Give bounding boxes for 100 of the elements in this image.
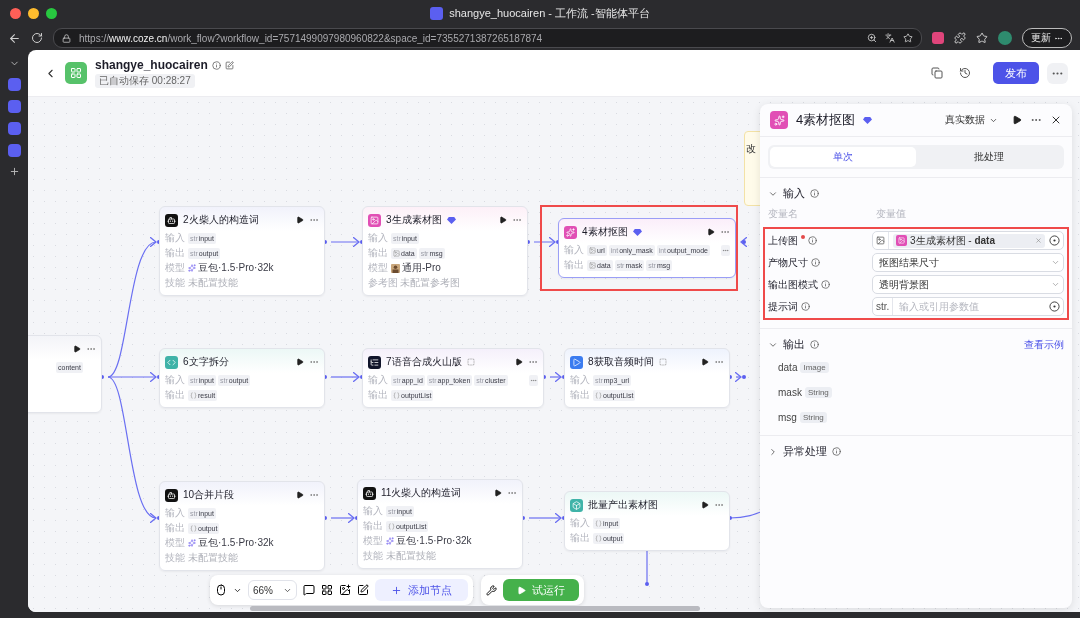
variable-picker-icon[interactable] [1049,301,1060,312]
tab-icon[interactable] [7,144,21,157]
data-source-select[interactable]: 真实数据 [939,112,1004,128]
row-label: 输入 [165,231,186,245]
type-tag: Image [800,362,829,373]
run-icon[interactable] [707,228,715,236]
example-link[interactable]: 查看示例 [1024,337,1064,352]
favorites-icon[interactable] [976,32,988,44]
run-icon[interactable] [296,358,304,366]
image-icon [589,261,596,269]
tab-icon[interactable] [7,122,21,135]
connector-arrow [542,371,566,383]
layout-icon[interactable] [321,584,333,596]
list-icon [388,522,395,530]
address-bar[interactable]: https://www.coze.cn/work_flow?workflow_id=7571499097980960822&space_id=7355271387265187874 [53,28,922,48]
run-icon[interactable] [701,501,709,509]
mode-tab[interactable]: 批处理 [916,147,1062,167]
prompt-field[interactable]: str. 输入或引用参数值 [872,297,1064,316]
more-button[interactable] [721,244,730,256]
update-button[interactable]: 更新 [1022,28,1072,48]
copy-icon [931,67,943,79]
node-title: 批量产出素材图 [588,498,658,512]
expand-icon[interactable] [768,446,778,457]
run-icon[interactable] [701,358,709,366]
input-field[interactable]: 输入或引用参数值 [897,300,1045,313]
favorite-icon[interactable] [903,33,913,43]
image-icon[interactable] [339,584,351,596]
model-icon [386,537,394,545]
column-header: 变量值 [876,207,907,221]
run-icon[interactable] [499,216,507,224]
row-label: 输出 [570,388,591,402]
profile-avatar[interactable] [998,31,1012,45]
zoom-icon[interactable] [867,33,877,43]
code-icon [165,355,178,369]
image-icon [876,236,885,245]
run-icon[interactable] [515,358,523,366]
zoom-select[interactable]: 66% [248,580,297,600]
tab-icon[interactable] [7,78,21,91]
close-light[interactable] [10,7,21,19]
select-field[interactable]: 透明背景图 [872,275,1064,294]
play-icon [570,355,583,369]
select-field[interactable]: 抠图结果尺寸 [872,253,1064,272]
add-node-button[interactable]: 添加节点 [375,579,468,601]
empty-value: 未配置技能 [188,276,238,290]
tab-icon[interactable] [7,100,21,113]
workflow-title: shangye_huocairen [95,58,208,72]
diamond-icon [446,215,456,225]
edit-icon[interactable] [357,584,369,596]
mouse-icon[interactable] [215,584,227,596]
extension-icon[interactable] [932,32,944,44]
run-icon[interactable] [73,345,81,353]
add-tab-icon[interactable] [8,166,20,177]
row-label: 输出 [165,388,186,402]
column-header: 变量名 [768,207,799,221]
model-name: 豆包·1.5·Pro·32k [198,536,274,550]
scrollbar[interactable] [250,606,700,611]
reload-icon[interactable] [31,32,43,44]
model-name: 通用-Pro [402,261,441,275]
variable-name: 输出图模式 [768,277,818,292]
robot-icon [363,486,376,500]
comment-icon[interactable] [303,584,315,596]
output-name: mask [778,387,802,398]
output-name: data [778,362,798,373]
node-title: 6文字拆分 [183,355,229,369]
run-icon[interactable] [296,491,304,499]
run-icon[interactable] [296,216,304,224]
info-icon [801,302,810,311]
variable-name: 上传图 [768,233,798,248]
run-icon[interactable] [1012,115,1022,125]
row-label: 输出 [368,388,389,402]
row-label: 输出 [564,258,585,272]
zoom-light[interactable] [46,7,57,19]
image-icon [896,235,907,246]
note-text: 改 [746,143,756,154]
row-label: 输入 [363,504,384,518]
publish-button[interactable]: 发布 [993,62,1039,84]
more-button[interactable] [529,374,538,386]
close-icon[interactable] [1050,114,1062,126]
reference-field[interactable]: 3生成素材图 - data [872,231,1064,250]
list-icon [190,391,197,399]
minimize-light[interactable] [28,7,39,19]
info-icon [211,60,221,70]
extensions-icon[interactable] [954,32,966,44]
mode-tab[interactable]: 单次 [770,147,916,167]
run-icon[interactable] [494,489,502,497]
row-label: 输入 [570,516,591,530]
list-icon [190,524,197,532]
row-label: 输出 [165,521,186,535]
play-icon [517,585,526,595]
row-label: 模型 [363,534,384,548]
row-label: 模型 [368,261,389,275]
output-name: msg [778,412,797,423]
back-icon[interactable] [8,31,21,45]
row-label: 技能 [363,549,384,563]
variable-picker-icon[interactable] [1049,235,1060,246]
wrench-icon[interactable] [486,584,497,596]
workflow-logo-icon [65,62,87,84]
model-name: 豆包·1.5·Pro·32k [198,261,274,275]
row-label: 输出 [165,246,186,260]
row-label: 输出 [363,519,384,533]
